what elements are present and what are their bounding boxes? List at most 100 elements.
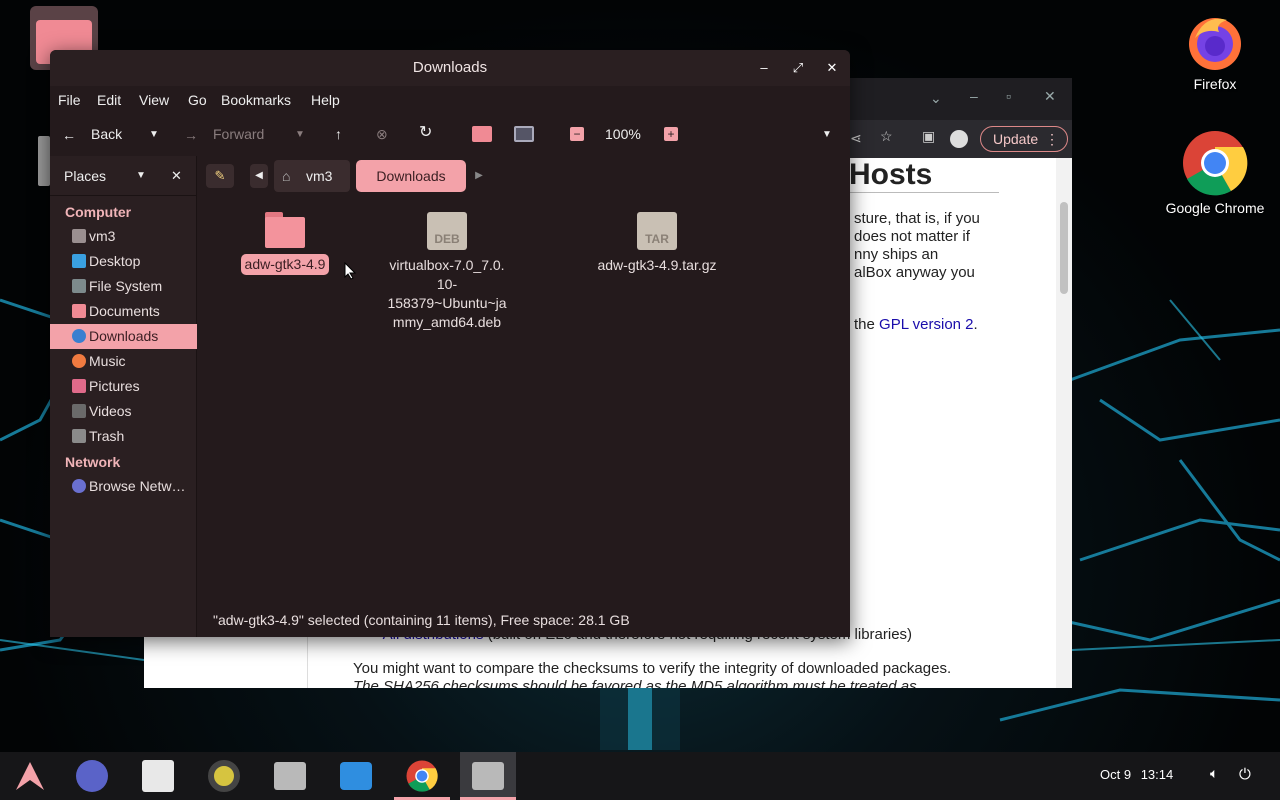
file-manager-window[interactable]: Downloads – ⤢ ✕ File Edit View Go Bookma… bbox=[50, 50, 850, 637]
body-line-2: does not matter if bbox=[854, 228, 970, 245]
power-icon[interactable]: ⏻ bbox=[1239, 765, 1251, 783]
gpl-line: the GPL version 2. bbox=[854, 316, 978, 333]
file-item-deb[interactable]: DEB virtualbox-7.0_7.0. 10- 158379~Ubunt… bbox=[382, 212, 512, 332]
new-folder-icon[interactable] bbox=[472, 126, 492, 142]
page-heading: Hosts bbox=[849, 158, 933, 191]
taskbar-clock[interactable]: Oct 9 13:14 bbox=[1100, 767, 1173, 782]
desktop-icon bbox=[72, 254, 86, 268]
zoom-out-icon[interactable]: − bbox=[570, 127, 584, 141]
sidebar-dropdown-icon[interactable]: ▼ bbox=[136, 170, 146, 181]
update-button[interactable]: Update ⋮ bbox=[980, 126, 1068, 152]
sidebar-title[interactable]: Places bbox=[64, 168, 106, 184]
sidebar-item-trash[interactable]: Trash bbox=[50, 424, 197, 449]
sidebar-item-browse-network[interactable]: Browse Netw… bbox=[50, 474, 197, 499]
chrome-icon bbox=[1183, 131, 1248, 196]
path-left-arrow-icon[interactable]: ◀ bbox=[250, 164, 268, 188]
sidebar-item-label: Pictures bbox=[89, 378, 140, 394]
bookmark-star-icon[interactable]: ☆ bbox=[880, 128, 893, 145]
menu-help[interactable]: Help bbox=[311, 92, 340, 108]
taskbar-music-player-icon[interactable] bbox=[208, 760, 240, 792]
home-icon bbox=[72, 229, 86, 243]
browser-minimize-icon[interactable]: – bbox=[970, 88, 978, 104]
volume-icon[interactable]: 🔈︎ bbox=[1210, 766, 1218, 782]
maximize-icon[interactable]: ⤢ bbox=[788, 58, 808, 78]
file-item-folder[interactable]: adw-gtk3-4.9 bbox=[220, 212, 350, 275]
body-line-3: nny ships an bbox=[854, 246, 939, 263]
gpl-link[interactable]: GPL version 2 bbox=[879, 316, 974, 333]
menu-bar: File Edit View Go Bookmarks Help bbox=[50, 86, 850, 116]
back-history-dropdown-icon[interactable]: ▼ bbox=[149, 127, 159, 143]
window-titlebar[interactable]: Downloads – ⤢ ✕ bbox=[50, 50, 850, 86]
sidebar-item-pictures[interactable]: Pictures bbox=[50, 374, 197, 399]
status-bar: "adw-gtk3-4.9" selected (containing 11 i… bbox=[198, 612, 850, 637]
minimize-icon[interactable]: – bbox=[754, 58, 774, 78]
sidebar-close-icon[interactable]: ✕ bbox=[171, 168, 182, 184]
update-label: Update bbox=[993, 131, 1039, 147]
sidebar-item-label: Trash bbox=[89, 428, 125, 444]
menu-view[interactable]: View bbox=[139, 92, 169, 108]
app-menu-icon[interactable] bbox=[14, 760, 46, 792]
places-sidebar: Places ▼ ✕ Computer vm3 Desktop File Sys… bbox=[50, 156, 197, 637]
path-segment-home[interactable]: ⌂ vm3 bbox=[274, 160, 350, 192]
up-arrow-icon[interactable]: ↑ bbox=[335, 126, 342, 142]
scrollbar-thumb[interactable] bbox=[1060, 202, 1068, 294]
file-badge: DEB bbox=[434, 232, 460, 246]
desktop-google-chrome[interactable]: Google Chrome bbox=[1160, 130, 1270, 216]
computer-icon[interactable] bbox=[514, 126, 534, 142]
folder-icon bbox=[265, 212, 305, 248]
taskbar-files-icon[interactable] bbox=[274, 762, 306, 790]
sidebar-item-vm3[interactable]: vm3 bbox=[50, 224, 197, 249]
reload-icon[interactable]: ↻ bbox=[419, 125, 432, 141]
stop-icon[interactable]: ⊗ bbox=[376, 126, 388, 142]
zoom-level: 100% bbox=[605, 126, 641, 142]
location-toggle-icon[interactable]: ✎ bbox=[206, 164, 234, 188]
share-icon[interactable]: ⋖ bbox=[850, 130, 862, 147]
archive-icon: TAR bbox=[637, 212, 677, 250]
menu-edit[interactable]: Edit bbox=[97, 92, 121, 108]
back-arrow-icon[interactable]: ← bbox=[62, 127, 76, 143]
taskbar-chrome-icon[interactable] bbox=[394, 752, 450, 800]
desktop-trash-icon[interactable] bbox=[38, 136, 50, 186]
sha-text: The SHA256 checksums should be favored a… bbox=[353, 678, 917, 688]
taskbar-calendar-icon[interactable] bbox=[142, 760, 174, 792]
view-options-dropdown-icon[interactable]: ▼ bbox=[822, 127, 832, 143]
desktop-firefox[interactable]: Firefox bbox=[1160, 8, 1270, 92]
path-segment-downloads[interactable]: Downloads bbox=[356, 160, 466, 192]
menu-go[interactable]: Go bbox=[188, 92, 207, 108]
sidebar-item-label: File System bbox=[89, 278, 163, 294]
chrome-label: Google Chrome bbox=[1165, 200, 1265, 216]
sidebar-item-downloads[interactable]: Downloads bbox=[50, 324, 197, 349]
back-button[interactable]: Back bbox=[91, 126, 122, 142]
sidebar-item-videos[interactable]: Videos bbox=[50, 399, 197, 424]
close-icon[interactable]: ✕ bbox=[822, 58, 842, 78]
profile-avatar-icon[interactable] bbox=[950, 130, 968, 148]
path-right-arrow-icon[interactable]: ▶ bbox=[470, 164, 488, 188]
zoom-in-icon[interactable]: + bbox=[664, 127, 678, 141]
file-item-tar[interactable]: TAR adw-gtk3-4.9.tar.gz bbox=[592, 212, 722, 275]
forward-arrow-icon[interactable]: → bbox=[184, 127, 198, 143]
forward-history-dropdown-icon[interactable]: ▼ bbox=[295, 127, 305, 143]
section-computer: Computer bbox=[65, 204, 132, 220]
sidebar-item-file-system[interactable]: File System bbox=[50, 274, 197, 299]
browser-close-icon[interactable]: ✕ bbox=[1044, 88, 1056, 105]
forward-button[interactable]: Forward bbox=[213, 126, 264, 142]
browser-maximize-icon[interactable]: ▫ bbox=[1006, 88, 1011, 104]
side-panel-icon[interactable]: ▣ bbox=[922, 128, 935, 145]
file-view: adw-gtk3-4.9 DEB virtualbox-7.0_7.0. 10-… bbox=[198, 200, 850, 600]
sidebar-item-documents[interactable]: Documents bbox=[50, 299, 197, 324]
clock-date: Oct 9 bbox=[1100, 767, 1132, 782]
taskbar bbox=[0, 752, 1280, 800]
menu-bookmarks[interactable]: Bookmarks bbox=[221, 92, 291, 108]
gpl-prefix: the bbox=[854, 316, 875, 333]
scrollbar[interactable] bbox=[1056, 158, 1072, 688]
taskbar-browser-icon[interactable] bbox=[76, 760, 108, 792]
file-name: adw-gtk3-4.9 bbox=[240, 254, 330, 275]
trash-icon bbox=[72, 429, 86, 443]
menu-file[interactable]: File bbox=[58, 92, 81, 108]
sidebar-item-desktop[interactable]: Desktop bbox=[50, 249, 197, 274]
sidebar-item-music[interactable]: Music bbox=[50, 349, 197, 374]
tab-list-icon[interactable]: ⌄ bbox=[930, 90, 942, 107]
taskbar-store-icon[interactable] bbox=[340, 762, 372, 790]
taskbar-files-active-icon[interactable] bbox=[460, 752, 516, 800]
section-network: Network bbox=[65, 454, 121, 470]
